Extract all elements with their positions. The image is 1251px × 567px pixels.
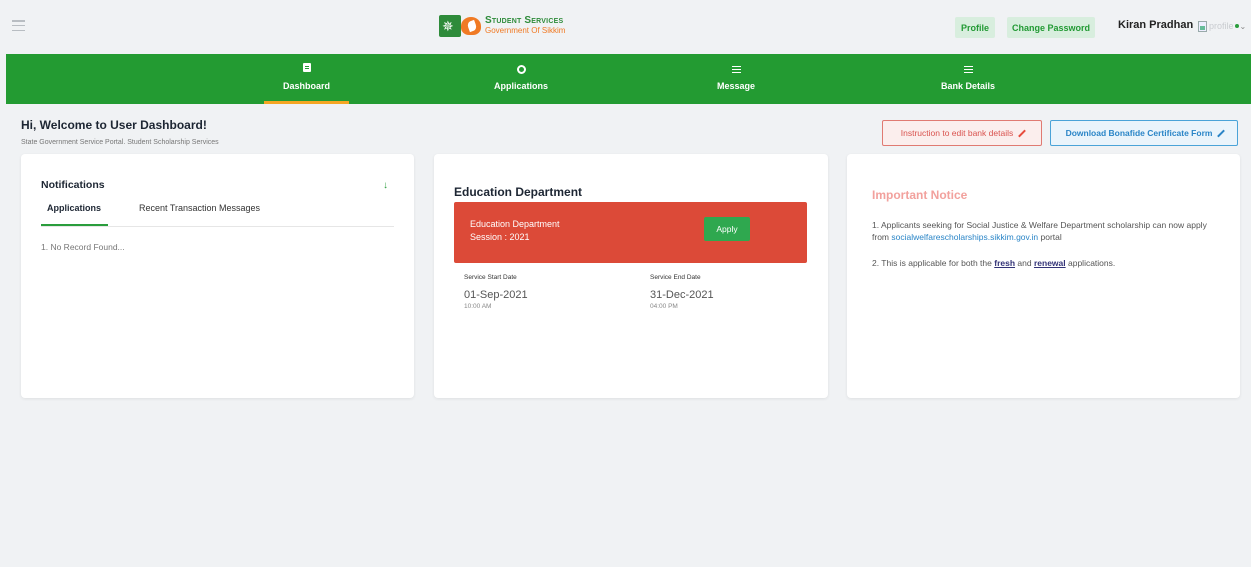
notice-title: Important Notice [872, 188, 968, 202]
main-nav: Dashboard Applications Message Bank Deta… [6, 54, 1251, 104]
service-session: Session : 2021 [470, 232, 530, 242]
tab-recent-transaction-messages[interactable]: Recent Transaction Messages [139, 203, 260, 213]
notice-text: 2. This is applicable for both the [872, 258, 992, 268]
chevron-down-icon[interactable]: ⌄ [1240, 22, 1247, 31]
service-name: Education Department [470, 219, 560, 229]
start-time: 10:00 AM [464, 303, 492, 310]
apply-button[interactable]: Apply [704, 217, 750, 241]
page-subtitle: State Government Service Portal. Student… [21, 139, 219, 146]
empty-state-text: 1. No Record Found... [41, 242, 125, 252]
education-department-card: Education Department Education Departmen… [434, 154, 828, 398]
leaf-logo-icon [461, 17, 481, 35]
user-name[interactable]: Kiran Pradhan [1118, 19, 1193, 31]
button-label: Download Bonafide Certificate Form [1065, 128, 1213, 138]
nav-applications[interactable]: Applications [476, 54, 566, 104]
logo[interactable]: ✵ Student Services Government Of Sikkim [439, 15, 565, 37]
download-arrow-icon[interactable]: ↓ [383, 180, 388, 191]
tab-applications[interactable]: Applications [47, 203, 101, 213]
nav-label: Bank Details [940, 81, 996, 91]
nav-message[interactable]: Message [701, 54, 771, 104]
menu-icon [731, 66, 741, 73]
tab-divider [41, 226, 394, 227]
nav-bank-details[interactable]: Bank Details [928, 54, 1008, 104]
page-title: Hi, Welcome to User Dashboard! [21, 118, 207, 132]
button-label: Instruction to edit bank details [900, 128, 1014, 138]
online-status-icon [1234, 24, 1239, 28]
menu-icon [963, 66, 973, 73]
notifications-card: Notifications ↓ Applications Recent Tran… [21, 154, 414, 398]
gear-icon [516, 65, 526, 74]
service-banner: Education Department Session : 2021 Appl… [454, 202, 807, 263]
notice-text: applications. [1068, 258, 1116, 268]
department-title: Education Department [454, 185, 583, 199]
notice-paragraph-1: 1. Applicants seeking for Social Justice… [872, 220, 1222, 243]
emblem-icon: ✵ [439, 15, 463, 37]
fresh-link[interactable]: fresh [994, 258, 1015, 268]
change-password-button[interactable]: Change Password [1007, 17, 1095, 38]
instruction-edit-bank-button[interactable]: Instruction to edit bank details [882, 120, 1042, 146]
notice-text: and [1017, 258, 1032, 268]
hamburger-menu-icon[interactable] [12, 20, 25, 31]
scholarship-portal-link[interactable]: socialwelfarescholarships.sikkim.gov.in [891, 232, 1038, 242]
nav-label: Message [716, 81, 756, 91]
end-time: 04:00 PM [650, 303, 678, 310]
notice-paragraph-2: 2. This is applicable for both the fresh… [872, 258, 1222, 268]
avatar-alt-text: profile [1209, 21, 1234, 31]
end-date: 31-Dec-2021 [650, 289, 714, 301]
start-date: 01-Sep-2021 [464, 289, 528, 301]
renewal-link[interactable]: renewal [1034, 258, 1066, 268]
pencil-icon [1018, 129, 1027, 137]
important-notice-card: Important Notice 1. Applicants seeking f… [847, 154, 1240, 398]
notice-text: portal [1040, 231, 1062, 242]
top-header: ✵ Student Services Government Of Sikkim … [0, 0, 1251, 54]
broken-image-icon [1198, 20, 1207, 32]
document-icon [302, 63, 311, 72]
nav-label: Dashboard [282, 81, 330, 91]
nav-label: Applications [493, 81, 548, 91]
end-date-label: Service End Date [650, 274, 701, 281]
profile-button[interactable]: Profile [955, 17, 995, 38]
pencil-icon [1217, 129, 1226, 137]
download-bonafide-button[interactable]: Download Bonafide Certificate Form [1050, 120, 1238, 146]
avatar[interactable]: profile ⌄ [1198, 17, 1250, 35]
start-date-label: Service Start Date [464, 274, 517, 281]
notifications-title: Notifications [41, 179, 105, 191]
logo-title: Student Services [485, 15, 564, 26]
nav-dashboard[interactable]: Dashboard [264, 54, 349, 104]
logo-subtitle: Government Of Sikkim [485, 26, 566, 35]
